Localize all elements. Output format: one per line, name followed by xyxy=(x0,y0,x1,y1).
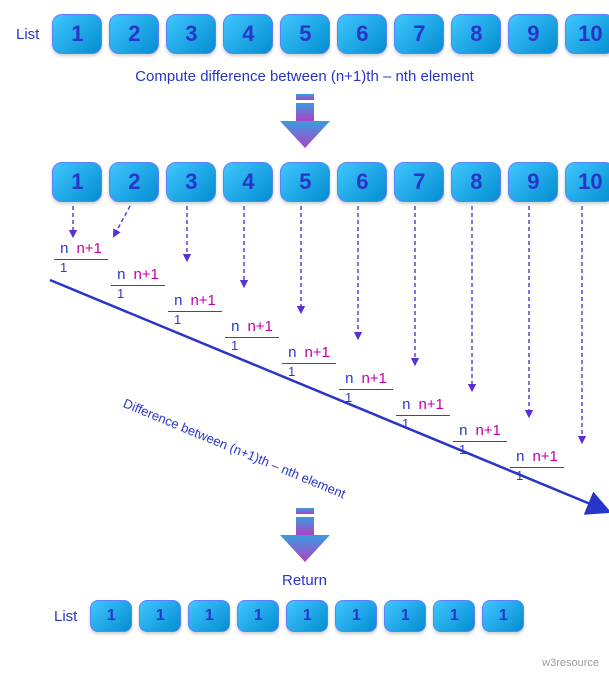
list-item: 4 xyxy=(223,14,273,54)
arrow-down-icon xyxy=(270,94,340,152)
pair-item: nn+11 xyxy=(225,318,279,353)
list-item: 1 xyxy=(335,600,377,632)
pair-item: nn+11 xyxy=(111,266,165,301)
list-item: 1 xyxy=(433,600,475,632)
list-item: 2 xyxy=(109,162,159,202)
diagram-container: List 1 2 3 4 5 6 7 8 9 10 L1 Compute dif… xyxy=(0,0,609,675)
list-item: 3 xyxy=(166,14,216,54)
dashed-arrow xyxy=(115,206,130,234)
list-label-top: List xyxy=(16,26,39,43)
list-item: 1 xyxy=(237,600,279,632)
pair-item: nn+11 xyxy=(168,292,222,327)
pair-item: nn+11 xyxy=(396,396,450,431)
list-item: 6 xyxy=(337,162,387,202)
list-item: 8 xyxy=(451,14,501,54)
list-item: 5 xyxy=(280,14,330,54)
result-list-row: List 1 1 1 1 1 1 1 1 1 xyxy=(54,600,524,632)
list-item: 2 xyxy=(109,14,159,54)
list-item: 8 xyxy=(451,162,501,202)
mid-list-row: List 1 2 3 4 5 6 7 8 9 10 xyxy=(16,162,609,202)
list-item: 10 xyxy=(565,162,609,202)
list-item: 9 xyxy=(508,162,558,202)
list-item: 9 xyxy=(508,14,558,54)
pair-item: nn+11 xyxy=(54,240,108,275)
list-item: 4 xyxy=(223,162,273,202)
list-item: 6 xyxy=(337,14,387,54)
list-item: 1 xyxy=(90,600,132,632)
list-item: 1 xyxy=(286,600,328,632)
caption-return: Return xyxy=(0,572,609,589)
list-item: 5 xyxy=(280,162,330,202)
list-item: 1 xyxy=(139,600,181,632)
list-item: 1 xyxy=(384,600,426,632)
pair-item: nn+11 xyxy=(510,448,564,483)
list-item: 3 xyxy=(166,162,216,202)
pair-item: nn+11 xyxy=(453,422,507,457)
list-item: 7 xyxy=(394,14,444,54)
pair-item: nn+11 xyxy=(339,370,393,405)
attribution-text: w3resource xyxy=(542,657,599,669)
list-item: 7 xyxy=(394,162,444,202)
caption-compute: Compute difference between (n+1)th – nth… xyxy=(0,68,609,85)
top-list-row: List 1 2 3 4 5 6 7 8 9 10 L1 xyxy=(16,14,609,54)
list-item: 10 xyxy=(565,14,609,54)
list-item: 1 xyxy=(52,14,102,54)
list-item: 1 xyxy=(188,600,230,632)
arrow-down-icon xyxy=(270,508,340,566)
list-item: 1 xyxy=(482,600,524,632)
list-item: 1 xyxy=(52,162,102,202)
list-label-bottom: List xyxy=(54,608,77,625)
pair-item: nn+11 xyxy=(282,344,336,379)
